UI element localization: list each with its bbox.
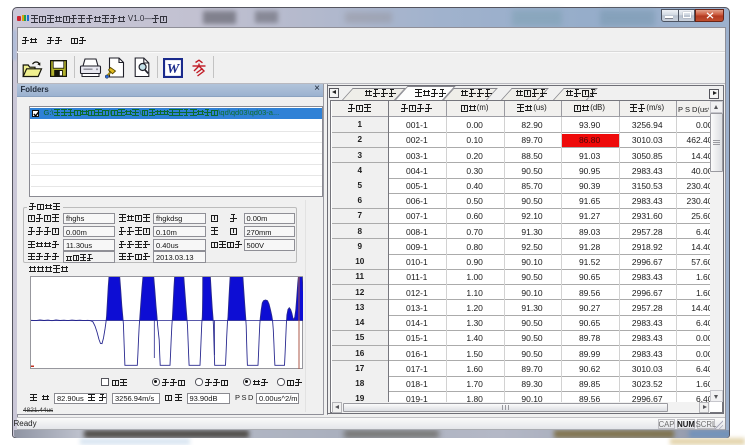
svg-text:W: W	[167, 62, 181, 77]
